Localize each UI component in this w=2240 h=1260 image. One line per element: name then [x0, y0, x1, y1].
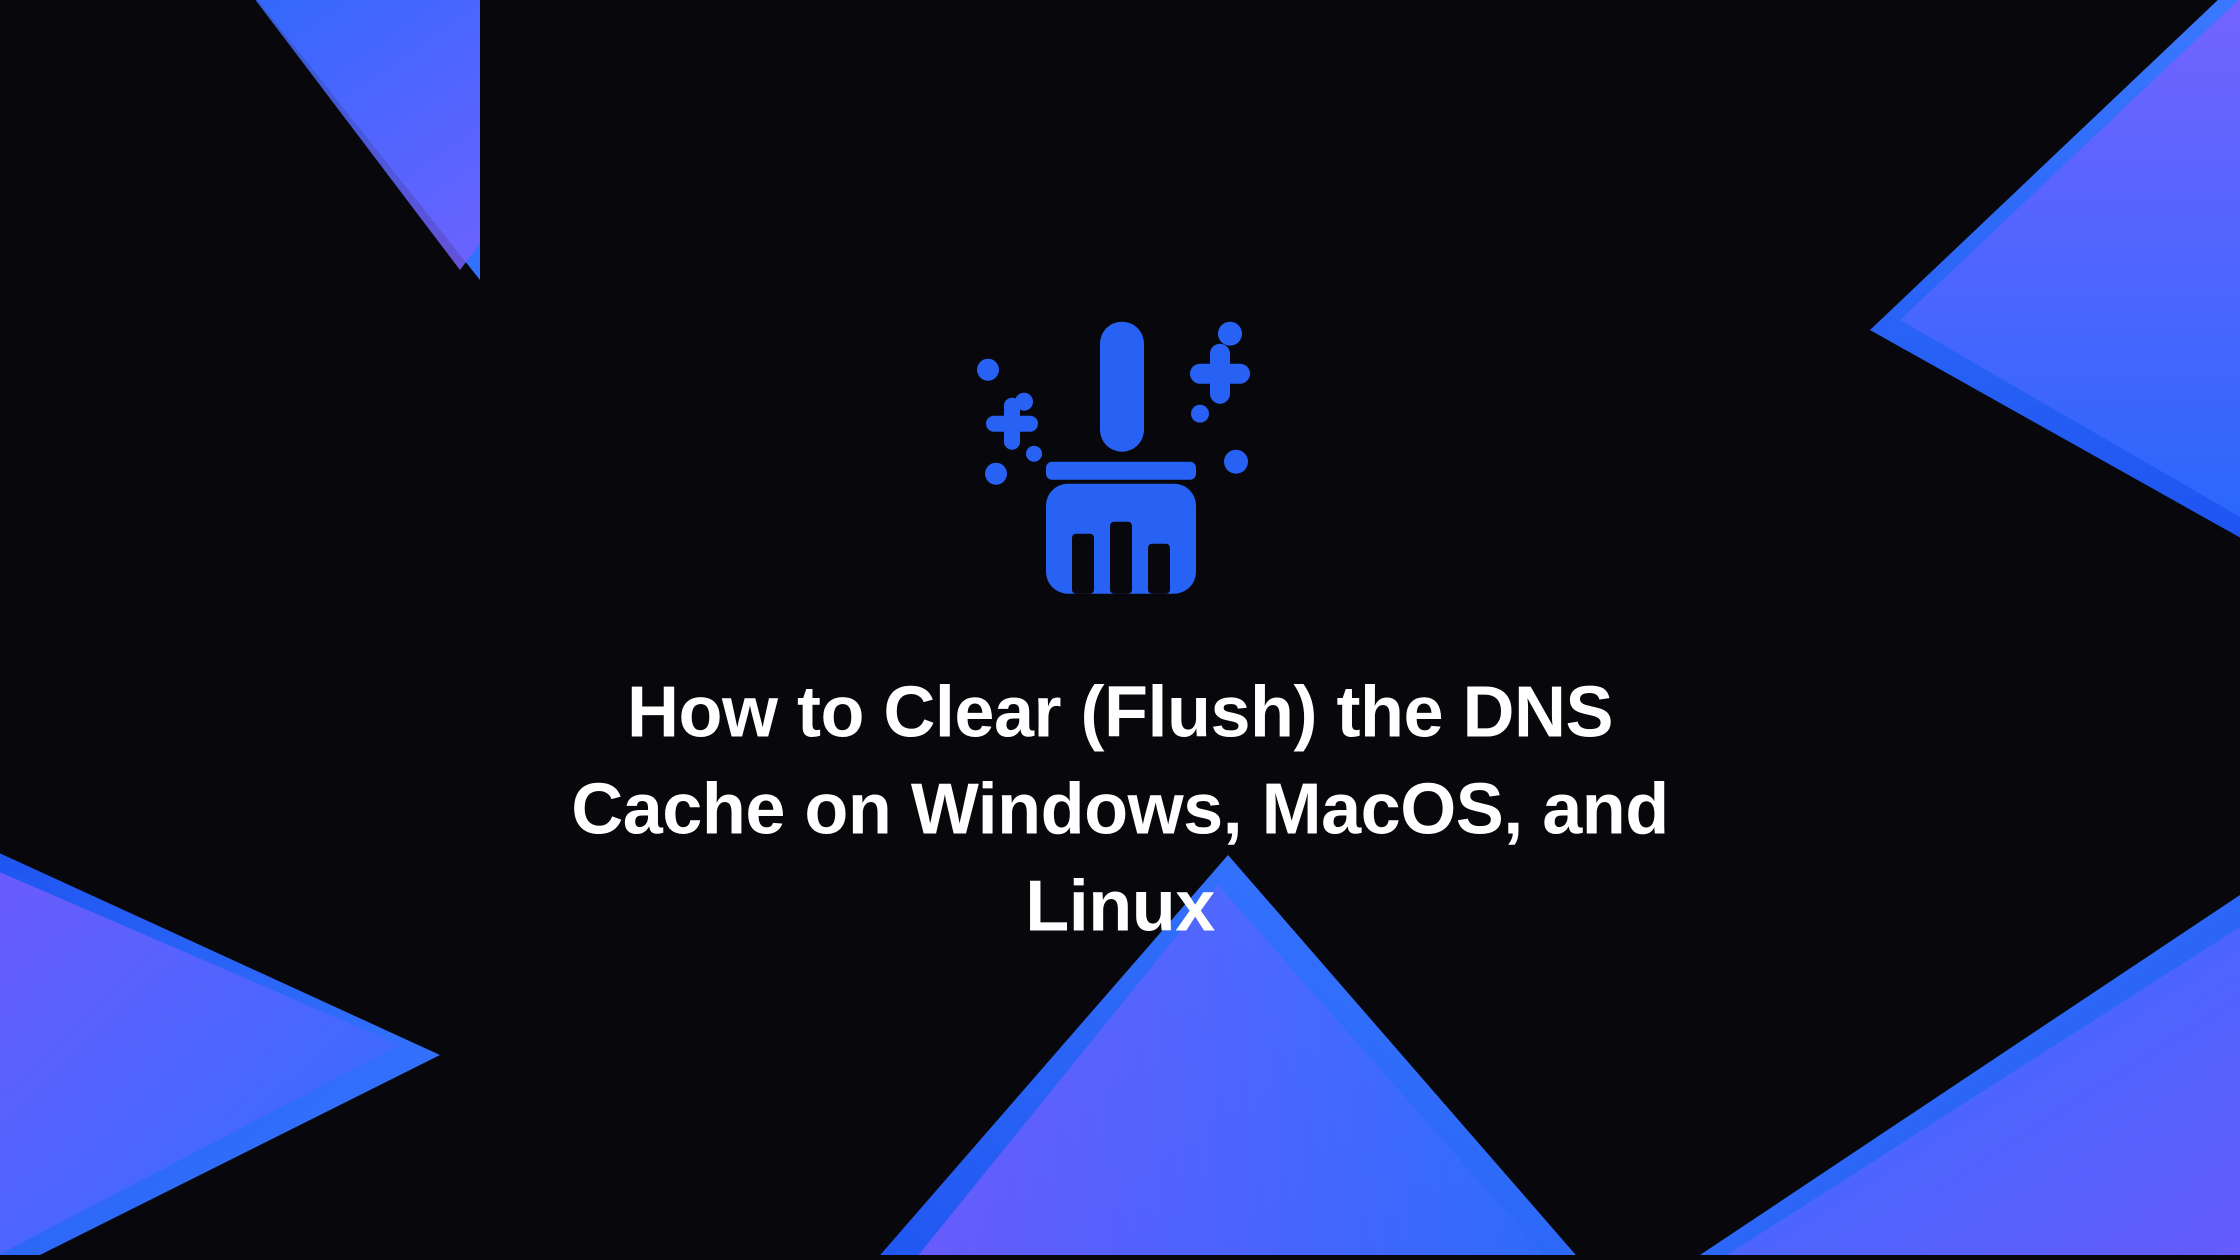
triangle-bottom-left	[0, 795, 460, 1260]
triangle-top-left	[0, 0, 480, 315]
hero-content: How to Clear (Flush) the DNS Cache on Wi…	[520, 304, 1720, 957]
hero-icon-wrap	[520, 304, 1720, 629]
clean-sparkle-brush-icon	[950, 304, 1290, 629]
triangle-top-right	[1640, 0, 2240, 565]
hero-banner: How to Clear (Flush) the DNS Cache on Wi…	[0, 0, 2240, 1260]
hero-title: How to Clear (Flush) the DNS Cache on Wi…	[520, 665, 1720, 957]
